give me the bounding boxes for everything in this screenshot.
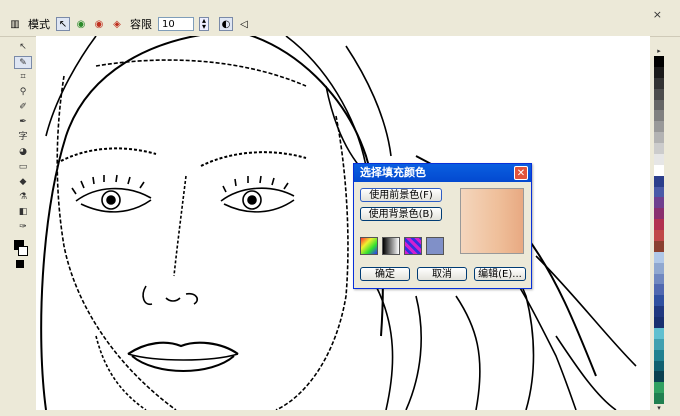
palette-swatch[interactable] [654,273,664,285]
palette-swatch[interactable] [654,306,664,317]
palette-swatch[interactable] [654,284,664,296]
palette-swatch[interactable] [654,164,664,176]
palette-swatch[interactable] [654,371,664,383]
mode-invert-icon[interactable]: ◈ [110,17,124,31]
shape-tool-icon[interactable]: ✎ [14,56,32,69]
color-swatches[interactable] [12,238,32,272]
toolbox: ↖ ✎ ⌗ ⚲ ✐ ✒ 字 ◕ ▭ ◆ ⚗ ◧ ✑ [12,40,34,410]
gradient-fill-icon[interactable] [382,237,400,255]
cancel-button[interactable]: 取消 [417,267,467,281]
dialog-title-bar[interactable]: 选择填充颜色 ✕ [354,164,531,182]
palette-swatch[interactable] [654,99,664,111]
freehand-tool-icon[interactable]: ✐ [14,101,32,114]
palette-swatch[interactable] [654,262,664,274]
texture-fill-icon[interactable] [426,237,444,255]
tolerance-spinner[interactable]: ▴ ▾ [199,17,209,31]
palette-swatch[interactable] [654,197,664,209]
mode-add-icon[interactable]: ◉ [74,17,88,31]
antialias-icon[interactable]: ◐ [219,17,233,31]
rectangle-tool-icon[interactable]: ▭ [14,161,32,174]
palette-swatch[interactable] [654,77,664,89]
palette-swatch[interactable] [654,338,664,350]
palette-swatch[interactable] [654,251,664,263]
ok-button[interactable]: 确定 [360,267,410,281]
tolerance-input[interactable]: 10 [158,17,194,31]
palette-swatch[interactable] [654,295,664,307]
palette-swatch[interactable] [654,208,664,220]
palette-swatch[interactable] [654,230,664,241]
color-palette[interactable] [654,56,664,404]
palette-swatch[interactable] [654,56,664,67]
default-colors-icon[interactable] [16,260,24,268]
interactive-tool-icon[interactable]: ◕ [14,146,32,159]
dialog-close-icon[interactable]: ✕ [514,166,528,180]
use-foreground-button[interactable]: 使用前景色(F) [360,188,442,202]
palette-swatch[interactable] [654,143,664,154]
palette-scroll-down-icon[interactable]: ▾ [654,404,664,412]
palette-swatch[interactable] [654,360,664,372]
palette-swatch[interactable] [654,66,664,78]
palette-swatch[interactable] [654,132,664,143]
palette-scroll-up-icon[interactable]: ▸ [654,47,664,55]
grip-icon: ▥ [10,18,20,30]
palette-swatch[interactable] [654,327,664,339]
palette-swatch[interactable] [654,382,664,394]
palette-swatch[interactable] [654,88,664,100]
color-preview [460,188,524,254]
mode-label: 模式 [28,18,50,31]
smart-fill-tool-icon[interactable]: ✒ [14,116,32,129]
zoom-tool-icon[interactable]: ⚲ [14,86,32,99]
palette-swatch[interactable] [654,121,664,133]
property-bar-controls: ▥ 模式 ↖ ◉ ◉ ◈ 容限 10 ▴ ▾ ◐ ◁ [8,14,251,34]
mode-subtract-icon[interactable]: ◉ [92,17,106,31]
palette-swatch[interactable] [654,349,664,361]
fill-tool-icon[interactable]: ◆ [14,176,32,189]
background-color-swatch[interactable] [18,246,28,256]
line-art-portrait [40,36,637,410]
close-icon[interactable]: × [653,9,662,20]
property-bar: × ▥ 模式 ↖ ◉ ◉ ◈ 容限 10 ▴ ▾ ◐ ◁ [0,0,680,37]
palette-swatch[interactable] [654,110,664,122]
edit-button[interactable]: 编辑(E)... [474,267,526,281]
mode-normal-icon[interactable]: ↖ [56,17,70,31]
select-fill-color-dialog: 选择填充颜色 ✕ 使用前景色(F) 使用背景色(B) 确定 取消 编辑(E)..… [353,163,532,289]
palette-swatch[interactable] [654,317,664,328]
palette-swatch[interactable] [654,175,664,187]
pick-tool-icon[interactable]: ↖ [14,41,32,54]
crop-tool-icon[interactable]: ⌗ [14,71,32,84]
outline-tool-icon[interactable]: ◧ [14,206,32,219]
use-background-button[interactable]: 使用背景色(B) [360,207,442,221]
dialog-title: 选择填充颜色 [360,166,426,179]
tolerance-label: 容限 [130,18,152,31]
palette-swatch[interactable] [654,393,664,404]
palette-swatch[interactable] [654,186,664,198]
text-tool-icon[interactable]: 字 [14,131,32,144]
palette-swatch[interactable] [654,219,664,230]
drawing-canvas[interactable] [36,36,650,410]
more-options-icon[interactable]: ◁ [237,17,251,31]
uniform-fill-icon[interactable] [360,237,378,255]
palette-swatch[interactable] [654,240,664,252]
eyedropper-tool-icon[interactable]: ⚗ [14,191,32,204]
interactive-fill-tool-icon[interactable]: ✑ [14,221,32,234]
pattern-fill-icon[interactable] [404,237,422,255]
palette-swatch[interactable] [654,153,664,165]
